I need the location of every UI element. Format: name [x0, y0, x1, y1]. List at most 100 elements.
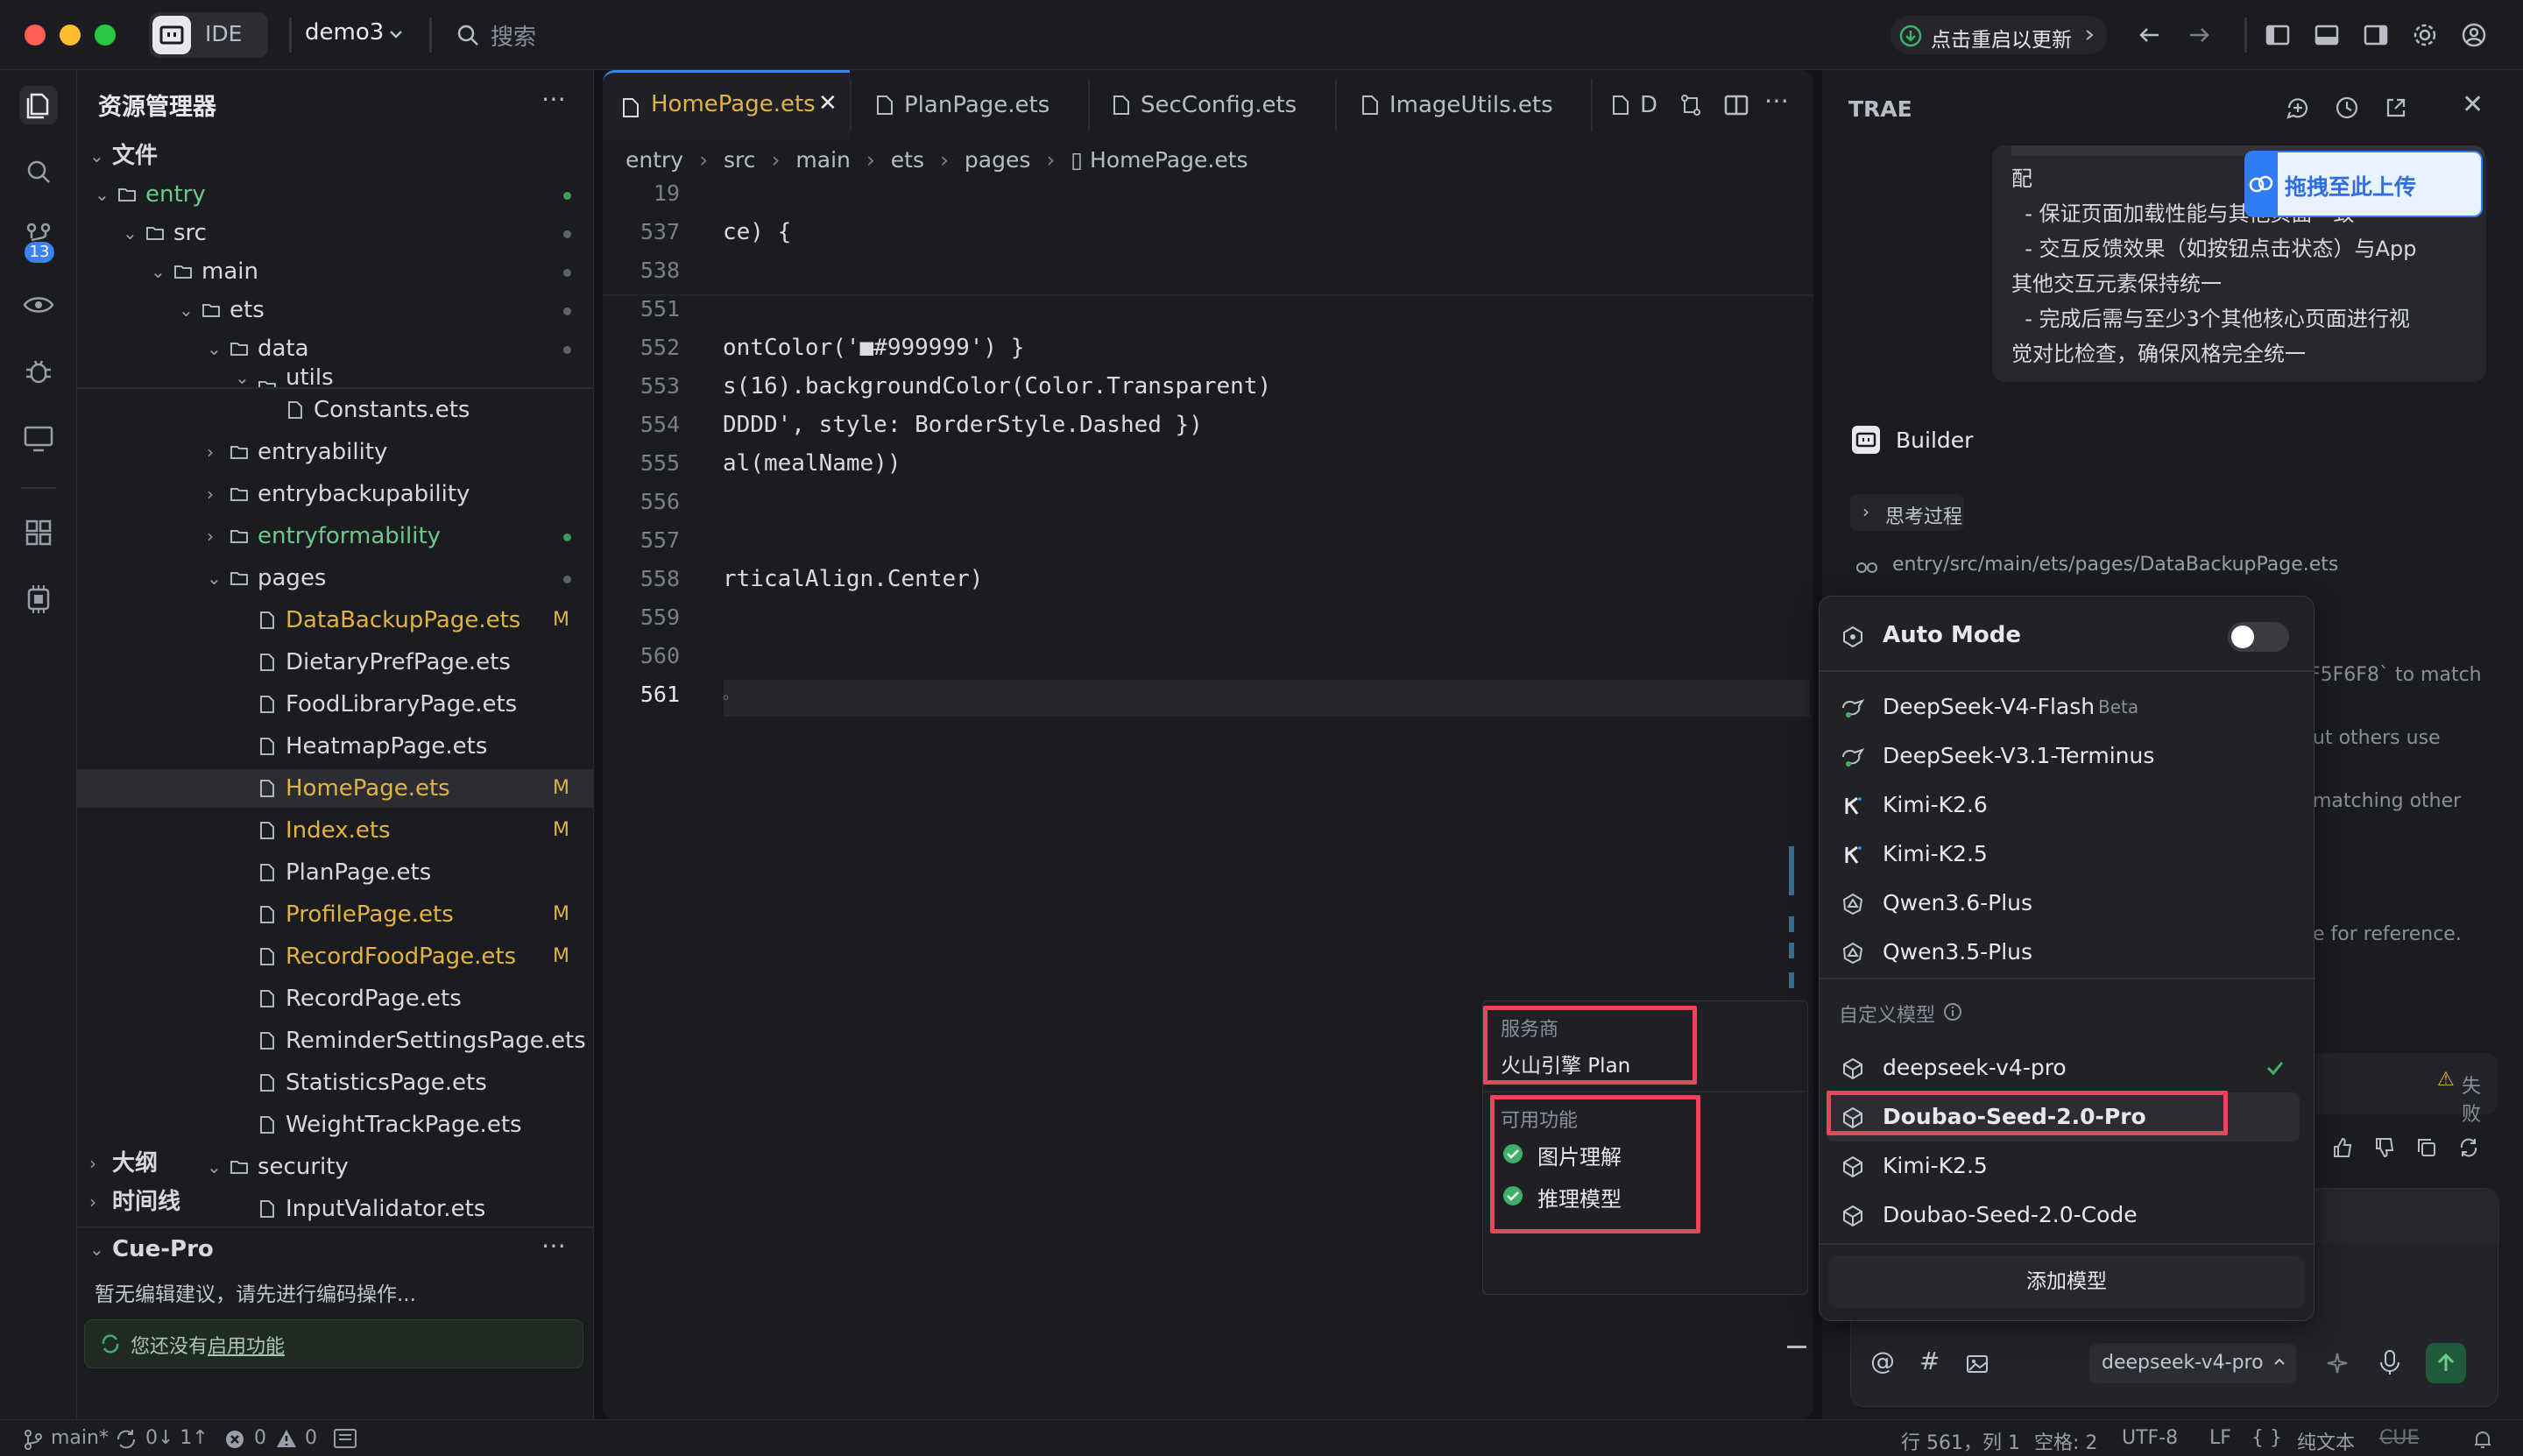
- close-tab-icon[interactable]: ✕: [818, 90, 837, 117]
- encoding[interactable]: UTF-8: [2122, 1427, 2178, 1449]
- outline-section[interactable]: › 大纲: [77, 1144, 594, 1183]
- model-item[interactable]: Qwen3.5-Plus: [1820, 928, 2310, 977]
- new-chat-icon[interactable]: [2285, 95, 2311, 121]
- tree-root[interactable]: ⌄ 文件: [77, 137, 594, 175]
- indentation[interactable]: 空格: 2: [2034, 1427, 2097, 1455]
- copy-icon[interactable]: [2414, 1135, 2439, 1160]
- sync-icon[interactable]: [114, 1427, 138, 1452]
- file-item[interactable]: HomePage.ets M: [77, 769, 594, 808]
- custom-model-item[interactable]: deepseek-v4-pro: [1820, 1043, 2310, 1092]
- remote-tab[interactable]: [19, 419, 58, 457]
- send-button[interactable]: [2426, 1343, 2466, 1383]
- explorer-tab[interactable]: [19, 86, 58, 124]
- file-item[interactable]: DietaryPrefPage.ets: [77, 643, 594, 682]
- terminal-icon[interactable]: [333, 1428, 357, 1449]
- model-item[interactable]: DeepSeek-V3.1-Terminus: [1820, 732, 2310, 781]
- breadcrumb-item[interactable]: ets: [891, 147, 924, 173]
- breadcrumb-item[interactable]: main: [795, 147, 850, 173]
- search-tab[interactable]: [19, 152, 58, 191]
- model-item[interactable]: DeepSeek-V4-Flash Beta: [1820, 682, 2310, 732]
- folder-item[interactable]: ⌄ pages: [77, 559, 594, 597]
- minimize-icon[interactable]: [1787, 1346, 1806, 1348]
- file-item[interactable]: FoodLibraryPage.ets: [77, 685, 594, 724]
- extensions-tab[interactable]: [19, 513, 58, 552]
- split-editor-icon[interactable]: [1722, 91, 1750, 119]
- bell-icon[interactable]: [2470, 1427, 2495, 1452]
- toggle-right-panel-icon[interactable]: [2362, 21, 2390, 49]
- maximize-window-button[interactable]: [95, 25, 116, 46]
- more-icon[interactable]: ⋯: [541, 1226, 566, 1265]
- search-input[interactable]: 搜索: [491, 19, 536, 52]
- ide-switch[interactable]: IDE: [149, 12, 268, 58]
- file-item[interactable]: DataBackupPage.ets M: [77, 601, 594, 640]
- source-control-tab[interactable]: 13: [19, 219, 58, 263]
- project-name[interactable]: demo3: [305, 19, 384, 46]
- warning-count[interactable]: 0: [305, 1427, 317, 1449]
- image-icon[interactable]: [1965, 1352, 1989, 1376]
- debug-tab[interactable]: [19, 352, 58, 391]
- auto-mode-row[interactable]: Auto Mode: [1820, 607, 2310, 663]
- arrow-right-icon[interactable]: [2185, 21, 2213, 49]
- file-item[interactable]: StatisticsPage.ets: [77, 1064, 594, 1102]
- folder-item[interactable]: › entryformability: [77, 517, 594, 555]
- tab-overflow[interactable]: D: [1612, 70, 1657, 140]
- breadcrumb-item[interactable]: HomePage.ets: [1090, 147, 1248, 173]
- file-item[interactable]: Index.ets M: [77, 811, 594, 850]
- toggle-bottom-panel-icon[interactable]: [2313, 21, 2341, 49]
- toggle-left-panel-icon[interactable]: [2264, 21, 2292, 49]
- gear-icon[interactable]: [2411, 21, 2439, 49]
- model-selector[interactable]: deepseek-v4-pro: [2089, 1343, 2296, 1383]
- update-button[interactable]: 点击重启以更新: [1890, 16, 2108, 54]
- error-count[interactable]: 0: [254, 1427, 266, 1449]
- folder-item[interactable]: › entrybackupability: [77, 475, 594, 513]
- tab-planpage[interactable]: PlanPage.ets: [876, 70, 1049, 140]
- preview-tab[interactable]: [19, 286, 58, 324]
- file-item[interactable]: ReminderSettingsPage.ets: [77, 1021, 594, 1060]
- folder-item[interactable]: ⌄ main: [77, 252, 594, 291]
- file-item[interactable]: RecordPage.ets: [77, 979, 594, 1018]
- custom-model-item[interactable]: Doubao-Seed-2.0-Code: [1820, 1191, 2310, 1240]
- more-icon[interactable]: ⋯: [1764, 86, 1789, 115]
- timeline-section[interactable]: › 时间线: [77, 1183, 594, 1221]
- compare-icon[interactable]: [1677, 91, 1705, 119]
- file-item[interactable]: Constants.ets: [77, 391, 594, 429]
- microphone-icon[interactable]: [2377, 1348, 2403, 1376]
- language-braces[interactable]: { }: [2251, 1427, 2282, 1449]
- tab-secconfig[interactable]: SecConfig.ets: [1113, 70, 1297, 140]
- cue-status[interactable]: CUE: [2379, 1427, 2419, 1449]
- folder-item[interactable]: ⌄ utils: [77, 368, 594, 387]
- folder-item[interactable]: ⌄ ets: [77, 291, 594, 329]
- file-item[interactable]: PlanPage.ets: [77, 853, 594, 892]
- thumbs-up-icon[interactable]: [2330, 1135, 2355, 1160]
- cue-pro-section[interactable]: ⌄ Cue-Pro ⋯: [77, 1230, 594, 1269]
- mention-icon[interactable]: @: [1870, 1346, 1895, 1375]
- close-window-button[interactable]: [25, 25, 46, 46]
- breadcrumb-item[interactable]: pages: [965, 147, 1030, 173]
- language-mode[interactable]: 纯文本: [2297, 1427, 2355, 1455]
- custom-model-item[interactable]: Kimi-K2.5: [1820, 1141, 2310, 1191]
- folder-item[interactable]: ⌄ data: [77, 329, 594, 368]
- thumbs-down-icon[interactable]: [2372, 1135, 2397, 1160]
- upload-icon[interactable]: [2244, 151, 2276, 217]
- breadcrumb-item[interactable]: entry: [625, 147, 683, 173]
- enable-feature-link[interactable]: 启用功能: [208, 1331, 285, 1359]
- model-item[interactable]: Kimi-K2.5: [1820, 830, 2310, 879]
- file-item[interactable]: ProfilePage.ets M: [77, 895, 594, 934]
- info-icon[interactable]: [1942, 1001, 1963, 1022]
- add-model-button[interactable]: 添加模型: [1828, 1255, 2305, 1308]
- tab-homepage[interactable]: HomePage.ets ✕: [603, 70, 850, 140]
- minimize-window-button[interactable]: [60, 25, 81, 46]
- tab-imageutils[interactable]: ImageUtils.ets: [1361, 70, 1553, 140]
- folder-item[interactable]: ⌄ entry: [77, 175, 594, 214]
- breadcrumb-item[interactable]: src: [724, 147, 756, 173]
- file-item[interactable]: WeightTrackPage.ets: [77, 1106, 594, 1144]
- line-ending[interactable]: LF: [2209, 1427, 2231, 1449]
- open-external-icon[interactable]: [2383, 95, 2409, 121]
- auto-mode-toggle[interactable]: [2228, 622, 2289, 652]
- sync-status[interactable]: 0↓ 1↑: [145, 1427, 208, 1449]
- model-item[interactable]: Kimi-K2.6: [1820, 781, 2310, 830]
- git-branch-label[interactable]: main*: [51, 1427, 109, 1449]
- more-icon[interactable]: ⋯: [541, 84, 566, 113]
- chip-tab[interactable]: [19, 580, 58, 618]
- arrow-left-icon[interactable]: [2136, 21, 2164, 49]
